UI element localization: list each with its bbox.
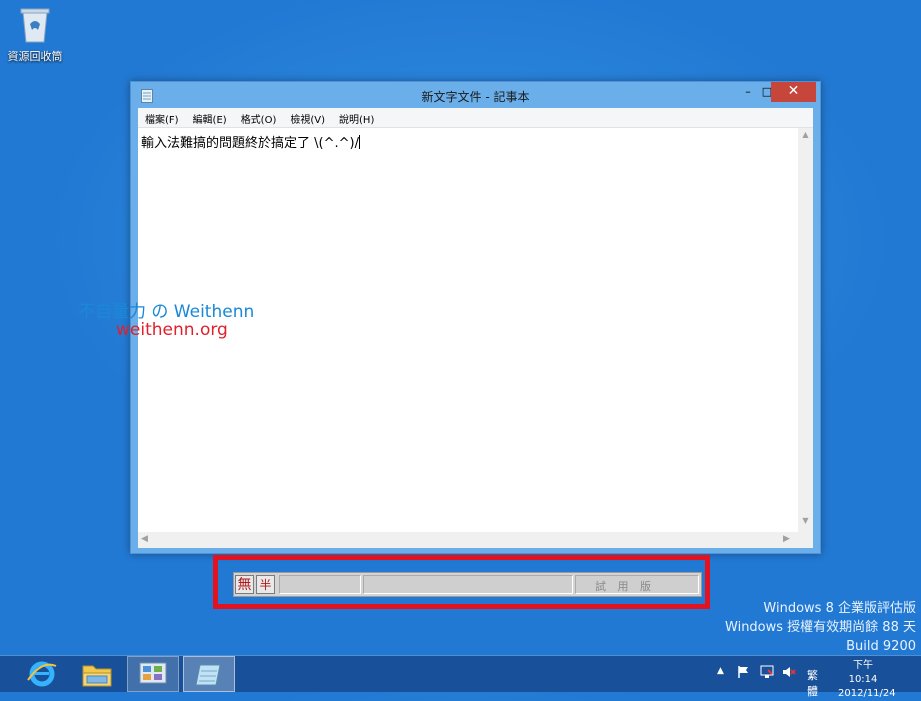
clock[interactable]: 下午 10:14 2012/11/24 [838, 659, 896, 701]
scroll-up-icon[interactable]: ▲ [798, 130, 813, 139]
ie-icon [27, 661, 57, 687]
scroll-down-icon[interactable]: ▼ [798, 516, 813, 525]
recycle-bin-icon [20, 6, 50, 44]
taskbar-internet-explorer[interactable] [16, 656, 68, 692]
taskbar: ▲ 繁體 下午 10:14 2012/11/24 [0, 655, 921, 699]
taskbar-control-panel[interactable] [127, 656, 179, 692]
ime-mode-button[interactable]: 無 [235, 575, 254, 594]
ime-segment [279, 575, 361, 594]
volume-muted-icon[interactable] [782, 665, 796, 682]
input-language-indicator[interactable]: 繁體 [807, 667, 818, 699]
window-title: 新文字文件 - 記事本 [421, 90, 530, 104]
horizontal-scrollbar[interactable]: ◀ ▶ [138, 532, 798, 548]
ime-trial-label: 試 用 版 [595, 580, 655, 593]
control-panel-icon [139, 662, 167, 684]
text-caret [358, 135, 360, 149]
watermark-title: 不自量力 の Weithenn [78, 302, 255, 322]
clock-date: 2012/11/24 [838, 688, 896, 699]
ime-width-button[interactable]: 半 [256, 575, 275, 594]
scroll-right-icon[interactable]: ▶ [783, 534, 790, 544]
network-icon[interactable] [760, 665, 774, 682]
evaluation-notice: Windows 8 企業版評估版 Windows 授權有效期尚餘 88 天 Bu… [725, 599, 916, 656]
eval-edition: Windows 8 企業版評估版 [763, 601, 916, 616]
editor-content[interactable]: 輸入法難搞的問題終於搞定了 \(^.^)/ [141, 132, 360, 151]
ime-composition-area [363, 575, 573, 594]
menu-help[interactable]: 說明(H) [332, 108, 381, 126]
notepad-icon [195, 664, 221, 686]
taskbar-file-explorer[interactable] [71, 656, 123, 692]
watermark-url: weithenn.org [116, 320, 228, 340]
menu-edit[interactable]: 編輯(E) [186, 108, 234, 126]
resize-grip[interactable] [798, 532, 813, 548]
scroll-left-icon[interactable]: ◀ [141, 534, 148, 544]
menu-view[interactable]: 檢視(V) [283, 108, 332, 126]
action-center-flag-icon[interactable] [737, 665, 749, 682]
vertical-scrollbar[interactable]: ▲ ▼ [798, 128, 813, 532]
recycle-bin-label: 資源回收筒 [7, 50, 63, 63]
folder-icon [82, 665, 112, 687]
text-editor-area[interactable]: 輸入法難搞的問題終於搞定了 \(^.^)/ ▲ ▼ ◀ ▶ [138, 127, 813, 548]
eval-license: Windows 授權有效期尚餘 88 天 [725, 620, 916, 635]
menu-bar: 檔案(F) 編輯(E) 格式(O) 檢視(V) 說明(H) [138, 108, 813, 127]
eval-build: Build 9200 [846, 639, 916, 654]
recycle-bin-shortcut[interactable]: 資源回收筒 [4, 6, 66, 64]
clock-time: 下午 10:14 [848, 660, 878, 685]
editor-text: 輸入法難搞的問題終於搞定了 \(^.^)/ [141, 136, 359, 151]
ime-toolbar[interactable]: 無 半 試 用 版 [233, 572, 702, 597]
show-hidden-icons-icon[interactable]: ▲ [717, 666, 724, 676]
taskbar-notepad[interactable] [183, 656, 235, 692]
title-bar[interactable]: 新文字文件 - 記事本 – □ ✕ [131, 82, 820, 108]
menu-file[interactable]: 檔案(F) [138, 108, 186, 126]
menu-format[interactable]: 格式(O) [234, 108, 284, 126]
close-button[interactable]: ✕ [771, 82, 816, 102]
